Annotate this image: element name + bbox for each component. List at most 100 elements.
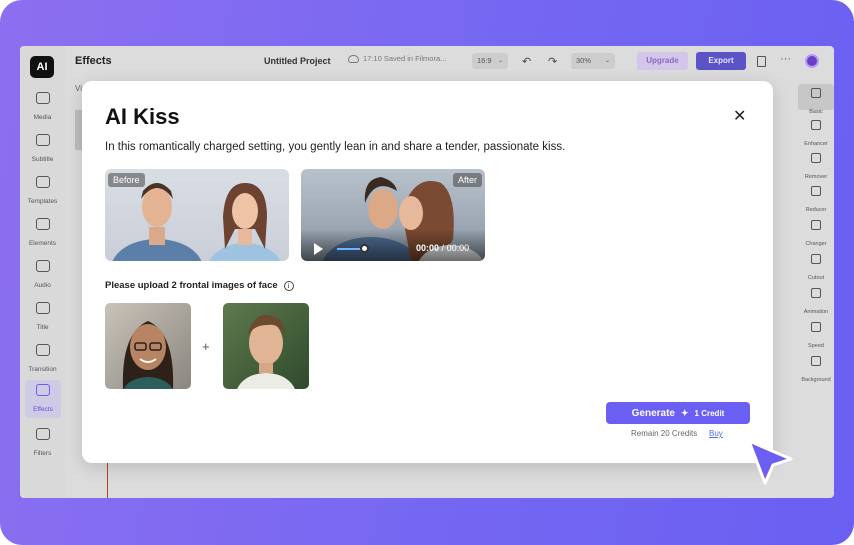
document-icon[interactable]: [757, 56, 766, 67]
tool-label: Remover: [804, 174, 828, 180]
zoom-value: 30%: [576, 56, 592, 65]
nav-label: Subtitle: [31, 156, 54, 163]
animation-icon: [811, 288, 821, 298]
generate-button[interactable]: Generate ✦ 1 Credit: [606, 402, 750, 424]
nav-item-effects[interactable]: Effects: [25, 380, 61, 418]
play-icon[interactable]: [314, 243, 323, 255]
after-video-preview[interactable]: After 00:00 / 00:00: [301, 169, 485, 261]
subtitle-icon: [35, 134, 50, 146]
upload-instructions: Please upload 2 frontal images of face i: [105, 280, 294, 291]
save-status: 17:10 Saved in Filmora...: [348, 54, 446, 63]
music-note-icon: [35, 260, 50, 272]
speed-icon: [811, 322, 821, 332]
tool-label: Speed: [808, 343, 824, 349]
total-time: 00:00: [446, 243, 470, 253]
pointer-cursor-icon: [747, 439, 793, 485]
project-title[interactable]: Untitled Project: [264, 56, 331, 66]
remover-icon: [811, 153, 821, 163]
nav-item-subtitle[interactable]: Subtitle: [20, 134, 65, 166]
tool-label: Reducer: [805, 207, 827, 213]
enhancer-icon: [811, 120, 821, 130]
plus-sign: +: [202, 339, 210, 354]
transition-icon: [35, 344, 50, 356]
nav-item-title[interactable]: Title: [20, 302, 65, 334]
ai-kiss-dialog: AI Kiss ✕ In this romantically charged s…: [82, 81, 773, 463]
zoom-select[interactable]: 30% ⌄: [571, 53, 615, 69]
nav-label: Transition: [28, 366, 57, 373]
templates-icon: [35, 176, 50, 188]
sparkle-icon: ✦: [681, 407, 689, 418]
film-icon: [811, 88, 821, 98]
before-tag: Before: [108, 173, 145, 187]
tool-remover[interactable]: Remover: [798, 153, 834, 183]
close-icon[interactable]: ✕: [733, 109, 746, 125]
reducer-icon: [811, 186, 821, 196]
tool-label: Basic: [809, 109, 823, 115]
save-status-text: 17:10 Saved in Filmora...: [363, 54, 447, 63]
background-icon: [811, 356, 821, 366]
nav-label: Elements: [28, 240, 57, 247]
tool-label: Cutout: [807, 275, 825, 281]
generate-label: Generate: [631, 407, 675, 419]
cloud-icon: [348, 54, 359, 63]
remaining-credits: Remain 20 Credits: [631, 429, 698, 438]
right-toolbar: Basic Enhancer Remover Reducer Changer C…: [798, 80, 834, 390]
nav-item-filters[interactable]: Filters: [20, 428, 65, 460]
tool-changer[interactable]: Changer: [798, 220, 834, 250]
after-tag: After: [452, 173, 482, 187]
nav-item-templates[interactable]: Templates: [20, 176, 65, 208]
tool-label: Animation: [803, 309, 829, 315]
aspect-ratio-value: 16:9: [477, 56, 492, 65]
before-preview: Before: [105, 169, 289, 261]
text-icon: [35, 302, 50, 314]
undo-icon[interactable]: ↶: [522, 55, 531, 68]
nav-label: Effects: [33, 406, 53, 413]
nav-label: Audio: [34, 282, 51, 289]
video-controls: 00:00 / 00:00: [301, 229, 485, 261]
more-icon[interactable]: ···: [780, 53, 791, 65]
elements-icon: [35, 218, 50, 230]
dialog-description: In this romantically charged setting, yo…: [105, 141, 566, 153]
buy-link[interactable]: Buy: [709, 429, 723, 438]
upload-label-text: Please upload 2 frontal images of face: [105, 280, 278, 291]
left-nav: AI Media Subtitle Templates Elements Aud…: [20, 46, 65, 498]
nav-item-transition[interactable]: Transition: [20, 344, 65, 376]
nav-item-elements[interactable]: Elements: [20, 218, 65, 250]
tool-speed[interactable]: Speed: [798, 322, 834, 352]
tool-cutout[interactable]: Cutout: [798, 254, 834, 284]
export-button[interactable]: Export: [696, 52, 746, 70]
tool-reducer[interactable]: Reducer: [798, 186, 834, 216]
tool-basic[interactable]: Basic: [798, 84, 834, 115]
credit-cost: 1 Credit: [694, 408, 725, 418]
tool-enhancer[interactable]: Enhancer: [798, 120, 834, 150]
cloud-upload-icon: [35, 92, 50, 104]
dialog-title: AI Kiss: [105, 104, 180, 129]
video-time: 00:00 / 00:00: [416, 243, 469, 253]
info-icon[interactable]: i: [283, 280, 294, 291]
nav-label: Filters: [33, 450, 52, 457]
nav-item-media[interactable]: Media: [20, 92, 65, 124]
upload-slot-2[interactable]: [223, 303, 309, 389]
chevron-down-icon: ⌄: [497, 58, 503, 64]
current-time: 00:00: [416, 243, 440, 253]
tool-label: Enhancer: [804, 141, 828, 147]
upgrade-button[interactable]: Upgrade: [637, 52, 688, 70]
aspect-ratio-select[interactable]: 16:9 ⌄: [472, 53, 508, 69]
uploaded-face-man: [237, 314, 295, 389]
app-logo: AI: [30, 56, 54, 78]
video-progress-handle[interactable]: [360, 244, 369, 253]
background-frame: AI Media Subtitle Templates Elements Aud…: [0, 0, 854, 545]
upload-slot-1[interactable]: [105, 303, 191, 389]
panel-title: Effects: [75, 55, 112, 67]
chevron-down-icon: ⌄: [604, 58, 610, 64]
tool-animation[interactable]: Animation: [798, 288, 834, 318]
time-separator: /: [441, 243, 445, 253]
sparkle-icon: [36, 384, 50, 396]
tool-label: Changer: [805, 241, 827, 247]
tool-background[interactable]: Background: [798, 356, 834, 386]
nav-item-audio[interactable]: Audio: [20, 260, 65, 292]
nav-label: Title: [36, 324, 49, 331]
uploaded-face-woman: [122, 321, 174, 389]
redo-icon[interactable]: ↷: [548, 55, 557, 68]
avatar[interactable]: [805, 54, 819, 68]
